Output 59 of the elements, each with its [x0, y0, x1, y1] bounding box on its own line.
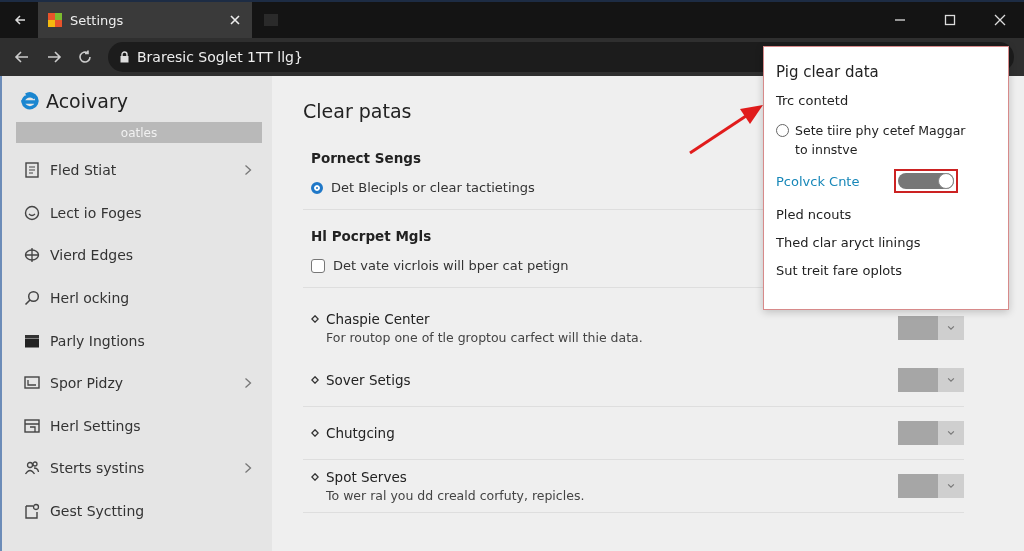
lock-icon	[120, 51, 129, 63]
sidebar-item[interactable]: Fled Stiat	[16, 149, 260, 192]
sidebar-item[interactable]: Gest Syctting	[16, 489, 260, 533]
section-heading: Pornect Sengs	[311, 150, 421, 166]
diamond-icon	[311, 429, 319, 437]
back-icon[interactable]	[14, 50, 30, 64]
menu-item[interactable]: Thed clar aryct linings	[776, 235, 996, 250]
app-title: Acoivary	[46, 90, 128, 112]
caret-icon	[938, 316, 964, 340]
setting-title: Chaspie Center	[326, 311, 430, 327]
people-icon	[24, 460, 40, 477]
sidebar-item[interactable]: Lect io Foges	[16, 191, 260, 235]
page-icon	[24, 503, 40, 520]
sidebar-item[interactable]: Herl ocking	[16, 276, 260, 320]
e-logo-icon	[18, 90, 40, 112]
folder-icon	[24, 332, 40, 349]
setting-description: For routop one of tle groptou carfect will thie data.	[326, 330, 644, 345]
option-label: Sete tiire phy cetef Maggar to innstve	[795, 122, 967, 159]
caret-icon	[938, 368, 964, 392]
app-logo-icon	[48, 13, 62, 27]
globe-icon	[24, 247, 40, 264]
sidebar-item[interactable]: Spor Pidzy	[16, 361, 260, 405]
page-title: Clear patas	[303, 100, 412, 122]
circle-icon	[24, 204, 40, 221]
setting-title: Sover Setigs	[326, 372, 411, 388]
setting-title: Spot Serves	[326, 469, 407, 485]
close-icon[interactable]	[230, 15, 240, 25]
close-icon[interactable]	[994, 14, 1006, 26]
caret-icon	[938, 421, 964, 445]
sidebar-item[interactable]: Parly Ingtions	[16, 319, 260, 362]
search-icon	[24, 290, 40, 307]
toggle-switch[interactable]	[894, 169, 958, 193]
diamond-icon	[311, 315, 319, 323]
option-label: Det vate vicrlois will bper cat petign	[333, 258, 569, 273]
tab-title: Settings	[70, 12, 125, 28]
menu-item[interactable]: Pled ncouts	[776, 207, 996, 222]
back-icon[interactable]	[14, 15, 26, 25]
section-heading: Hl Pocrpet Mgls	[311, 228, 432, 244]
browser-tab[interactable]: Settings	[38, 2, 252, 38]
setting-title: Chutgcing	[326, 425, 395, 441]
monitor-icon	[24, 375, 40, 392]
diamond-icon	[311, 473, 319, 481]
refresh-icon[interactable]	[78, 50, 92, 64]
setting-description: To wer ral you dd creald corfuty, repicles.	[326, 488, 586, 503]
toggle-label: Pcolvck Cnte	[776, 173, 861, 189]
document-icon	[24, 162, 40, 179]
diamond-icon	[311, 376, 319, 384]
window-icon	[24, 417, 40, 434]
sidebar-item[interactable]: Sterts systins	[16, 447, 260, 490]
popup-subtitle: Trc contetd	[776, 93, 850, 108]
radio-button[interactable]	[311, 181, 323, 194]
sidebar-item[interactable]: Herl Settings	[16, 404, 260, 448]
sidebar-item[interactable]: Vierd Edges	[16, 234, 260, 277]
menu-item[interactable]: Sut treit fare oplots	[776, 263, 996, 278]
maximize-icon[interactable]	[944, 14, 956, 26]
forward-icon[interactable]	[46, 50, 62, 64]
option-label: Det Blecipls or clear tactietings	[331, 180, 535, 195]
caret-icon	[938, 474, 964, 498]
checkbox[interactable]	[311, 258, 325, 273]
